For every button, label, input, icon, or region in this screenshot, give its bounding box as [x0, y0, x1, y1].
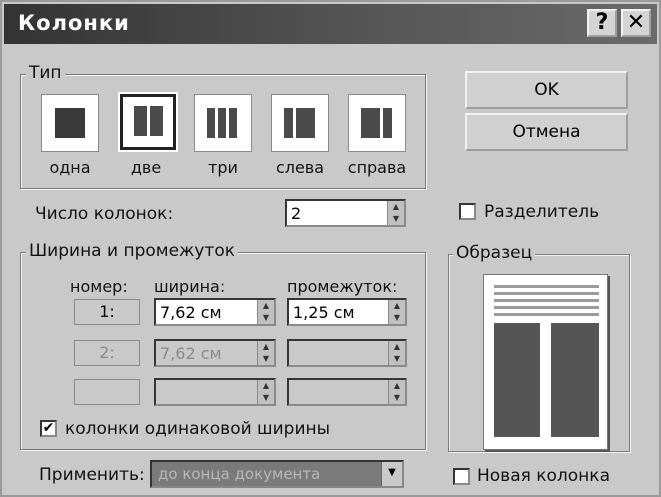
dialog-title: Колонки	[18, 11, 130, 35]
preset-three-label: три	[208, 158, 238, 177]
preset-left-label: слева	[275, 158, 325, 177]
spin-arrows-icon[interactable]: ▲ ▼	[388, 380, 405, 404]
preset-left-icon	[274, 97, 326, 149]
preset-left[interactable]	[271, 94, 329, 152]
preset-one-icon	[55, 108, 85, 138]
row3-number	[74, 379, 140, 405]
row1-spacing-spinner[interactable]: 1,25 см ▲ ▼	[287, 298, 407, 326]
preset-three[interactable]	[194, 94, 252, 152]
preset-right[interactable]	[348, 94, 406, 152]
columns-count-spinner[interactable]: 2 ▲ ▼	[285, 199, 406, 227]
spin-arrows-icon[interactable]: ▲ ▼	[257, 341, 274, 365]
row2-spacing-spinner[interactable]: ▲ ▼	[287, 339, 407, 367]
equal-width-label: колонки одинаковой ширины	[65, 419, 331, 439]
new-column-checkbox[interactable]	[453, 468, 470, 485]
columns-count-label: Число колонок:	[35, 204, 174, 224]
columns-dialog: Колонки ? ✕ Тип одна две три слева справ…	[0, 0, 661, 497]
preset-two-label: две	[130, 158, 162, 177]
row3-width-spinner[interactable]: ▲ ▼	[154, 378, 276, 406]
preset-three-icon	[197, 97, 249, 149]
apply-dropdown[interactable]: до конца документа ▼	[150, 460, 404, 488]
apply-value: до конца документа	[158, 465, 321, 483]
row2-number: 2:	[74, 340, 140, 366]
preview-column-left	[494, 323, 540, 437]
row3-spacing-spinner[interactable]: ▲ ▼	[287, 378, 407, 406]
preset-right-icon	[351, 97, 403, 149]
row1-number: 1:	[74, 299, 140, 325]
preset-two[interactable]	[118, 92, 178, 152]
header-spacing: промежуток:	[287, 277, 398, 296]
spin-arrows-icon[interactable]: ▲ ▼	[257, 380, 274, 404]
spin-arrows-icon[interactable]: ▲ ▼	[388, 341, 405, 365]
row2-width-value: 7,62 см	[160, 344, 222, 363]
separator-checkbox[interactable]	[459, 203, 476, 220]
checkmark-icon: ✔	[42, 420, 55, 436]
row2-width-spinner[interactable]: 7,62 см ▲ ▼	[154, 339, 276, 367]
row1-spacing-value: 1,25 см	[293, 303, 355, 322]
preset-one-label: одна	[49, 158, 91, 177]
preview-column-right	[551, 323, 599, 437]
spin-arrows-icon[interactable]: ▲ ▼	[388, 300, 405, 324]
close-button[interactable]: ✕	[621, 9, 651, 37]
type-group-label: Тип	[26, 63, 65, 83]
preset-one[interactable]	[41, 94, 99, 152]
header-number: номер:	[70, 277, 128, 296]
equal-width-checkbox[interactable]: ✔	[40, 420, 57, 437]
cancel-button[interactable]: Отмена	[465, 113, 628, 151]
preview-group-label: Образец	[453, 243, 536, 263]
row1-width-spinner[interactable]: 7,62 см ▲ ▼	[154, 298, 276, 326]
help-button[interactable]: ?	[587, 9, 617, 37]
preview-page	[483, 274, 608, 450]
spin-arrows-icon[interactable]: ▲ ▼	[257, 300, 274, 324]
ok-button[interactable]: OK	[465, 71, 628, 109]
separator-label: Разделитель	[484, 202, 600, 222]
header-width: ширина:	[154, 277, 226, 296]
width-spacing-group-label: Ширина и промежуток	[26, 241, 238, 261]
row1-width-value: 7,62 см	[160, 303, 222, 322]
preset-two-icon	[123, 97, 173, 147]
title-bar[interactable]: Колонки ? ✕	[4, 4, 657, 44]
preset-right-label: справа	[347, 158, 407, 177]
new-column-label: Новая колонка	[477, 466, 610, 486]
columns-count-value: 2	[291, 204, 302, 223]
dropdown-arrow-icon[interactable]: ▼	[381, 462, 402, 486]
apply-label: Применить:	[39, 465, 145, 485]
spin-arrows-icon[interactable]: ▲ ▼	[387, 201, 404, 225]
